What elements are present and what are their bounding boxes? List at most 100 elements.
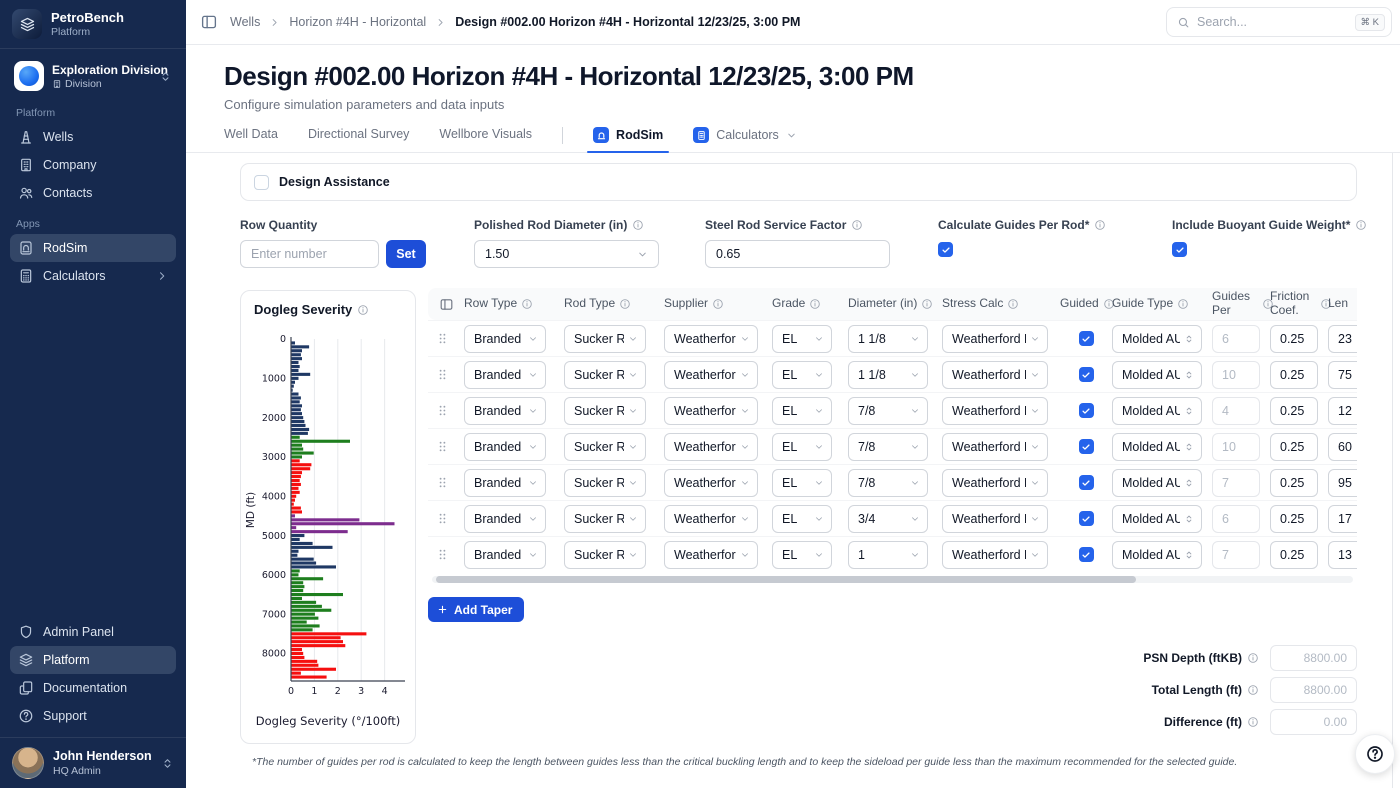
grade-select[interactable]: EL <box>772 540 832 569</box>
sidebar-item-wells[interactable]: Wells <box>10 123 176 151</box>
info-icon[interactable] <box>1247 652 1259 664</box>
stress-calc-select[interactable]: Weatherford EL <box>942 432 1048 461</box>
sidebar-item-admin-panel[interactable]: Admin Panel <box>10 618 176 646</box>
info-icon[interactable] <box>357 304 369 316</box>
drag-handle-icon[interactable] <box>436 439 449 454</box>
user-menu[interactable]: John Henderson HQ Admin <box>0 737 186 788</box>
guided-checkbox[interactable] <box>1078 439 1094 454</box>
drag-handle-icon[interactable] <box>436 367 449 382</box>
guides-per-input[interactable]: 10 <box>1212 360 1260 389</box>
guide-type-select[interactable]: Molded AU <box>1112 432 1202 461</box>
stress-calc-select[interactable]: Weatherford EL <box>942 468 1048 497</box>
service-factor-input[interactable] <box>705 240 890 268</box>
length-input[interactable]: 95 <box>1328 468 1357 497</box>
diameter-select[interactable]: 7/8 <box>848 396 928 425</box>
drag-handle-icon[interactable] <box>436 511 449 526</box>
diameter-select[interactable]: 1 <box>848 540 928 569</box>
supplier-select[interactable]: Weatherford <box>664 324 758 353</box>
breadcrumb-item[interactable]: Wells <box>230 15 260 29</box>
supplier-select[interactable]: Weatherford <box>664 468 758 497</box>
guides-per-input[interactable]: 7 <box>1212 468 1260 497</box>
row-type-select[interactable]: Branded <box>464 468 546 497</box>
buoyant-weight-checkbox[interactable] <box>1172 242 1187 257</box>
tab-directional-survey[interactable]: Directional Survey <box>308 127 409 151</box>
diameter-select[interactable]: 7/8 <box>848 432 928 461</box>
scrollbar-thumb[interactable] <box>436 576 1136 583</box>
friction-coef-input[interactable]: 0.25 <box>1270 396 1318 425</box>
guide-type-select[interactable]: Molded AU <box>1112 396 1202 425</box>
info-icon[interactable] <box>921 298 933 310</box>
set-button[interactable]: Set <box>386 240 426 268</box>
supplier-select[interactable]: Weatherford <box>664 396 758 425</box>
info-icon[interactable] <box>619 298 631 310</box>
info-icon[interactable] <box>851 219 863 231</box>
grade-select[interactable]: EL <box>772 360 832 389</box>
friction-coef-input[interactable]: 0.25 <box>1270 432 1318 461</box>
length-input[interactable]: 12 <box>1328 396 1357 425</box>
friction-coef-input[interactable]: 0.25 <box>1270 360 1318 389</box>
guided-checkbox[interactable] <box>1078 331 1094 346</box>
info-icon[interactable] <box>632 219 644 231</box>
friction-coef-input[interactable]: 0.25 <box>1270 468 1318 497</box>
friction-coef-input[interactable]: 0.25 <box>1270 504 1318 533</box>
supplier-select[interactable]: Weatherford <box>664 540 758 569</box>
rod-type-select[interactable]: Sucker Rod <box>564 468 646 497</box>
length-input[interactable]: 17 <box>1328 504 1357 533</box>
tab-well-data[interactable]: Well Data <box>224 127 278 151</box>
info-icon[interactable] <box>1177 298 1189 310</box>
drag-handle-icon[interactable] <box>436 547 449 562</box>
guides-per-input[interactable]: 6 <box>1212 504 1260 533</box>
search-box[interactable]: ⌘ K <box>1166 7 1392 37</box>
rod-type-select[interactable]: Sucker Rod <box>564 540 646 569</box>
guided-checkbox[interactable] <box>1078 403 1094 418</box>
search-input[interactable] <box>1197 15 1348 29</box>
grade-select[interactable]: EL <box>772 432 832 461</box>
guide-type-select[interactable]: Molded AU <box>1112 540 1202 569</box>
calc-guides-checkbox[interactable] <box>938 242 953 257</box>
guides-per-input[interactable]: 6 <box>1212 324 1260 353</box>
tab-rodsim[interactable]: RodSim <box>587 127 670 153</box>
drag-handle-icon[interactable] <box>436 331 449 346</box>
supplier-select[interactable]: Weatherford <box>664 432 758 461</box>
length-input[interactable]: 13 <box>1328 540 1357 569</box>
guide-type-select[interactable]: Molded AU <box>1112 468 1202 497</box>
help-button[interactable] <box>1355 734 1395 774</box>
info-icon[interactable] <box>1247 716 1259 728</box>
diameter-select[interactable]: 7/8 <box>848 468 928 497</box>
row-type-select[interactable]: Branded <box>464 396 546 425</box>
supplier-select[interactable]: Weatherford <box>664 360 758 389</box>
sidebar-item-rodsim[interactable]: RodSim <box>10 234 176 262</box>
diameter-select[interactable]: 3/4 <box>848 504 928 533</box>
friction-coef-input[interactable]: 0.25 <box>1270 324 1318 353</box>
grade-select[interactable]: EL <box>772 504 832 533</box>
grade-select[interactable]: EL <box>772 468 832 497</box>
info-icon[interactable] <box>1094 219 1106 231</box>
sidebar-item-contacts[interactable]: Contacts <box>10 179 176 207</box>
row-type-select[interactable]: Branded <box>464 540 546 569</box>
workspace-switcher[interactable]: Exploration Division Division <box>8 56 178 96</box>
info-icon[interactable] <box>1247 684 1259 696</box>
stress-calc-select[interactable]: Weatherford EL <box>942 324 1048 353</box>
design-assistance-checkbox[interactable] <box>254 174 269 190</box>
length-input[interactable]: 75 <box>1328 360 1357 389</box>
info-icon[interactable] <box>809 298 821 310</box>
length-input[interactable]: 23 <box>1328 324 1357 353</box>
guides-per-input[interactable]: 4 <box>1212 396 1260 425</box>
guide-type-select[interactable]: Molded AU <box>1112 324 1202 353</box>
sidebar-item-support[interactable]: Support <box>10 702 176 730</box>
breadcrumb-item[interactable]: Horizon #4H - Horizontal <box>289 15 426 29</box>
info-icon[interactable] <box>712 298 724 310</box>
guided-checkbox[interactable] <box>1078 367 1094 382</box>
drag-handle-icon[interactable] <box>436 475 449 490</box>
grade-select[interactable]: EL <box>772 324 832 353</box>
guided-checkbox[interactable] <box>1078 511 1094 526</box>
table-horizontal-scrollbar[interactable] <box>432 576 1353 583</box>
rod-type-select[interactable]: Sucker Rod <box>564 324 646 353</box>
drag-handle-icon[interactable] <box>436 403 449 418</box>
add-taper-button[interactable]: Add Taper <box>428 597 525 622</box>
diameter-select[interactable]: 1 1/8 <box>848 360 928 389</box>
guide-type-select[interactable]: Molded AU <box>1112 504 1202 533</box>
info-icon[interactable] <box>1355 219 1367 231</box>
friction-coef-input[interactable]: 0.25 <box>1270 540 1318 569</box>
rod-type-select[interactable]: Sucker Rod <box>564 396 646 425</box>
